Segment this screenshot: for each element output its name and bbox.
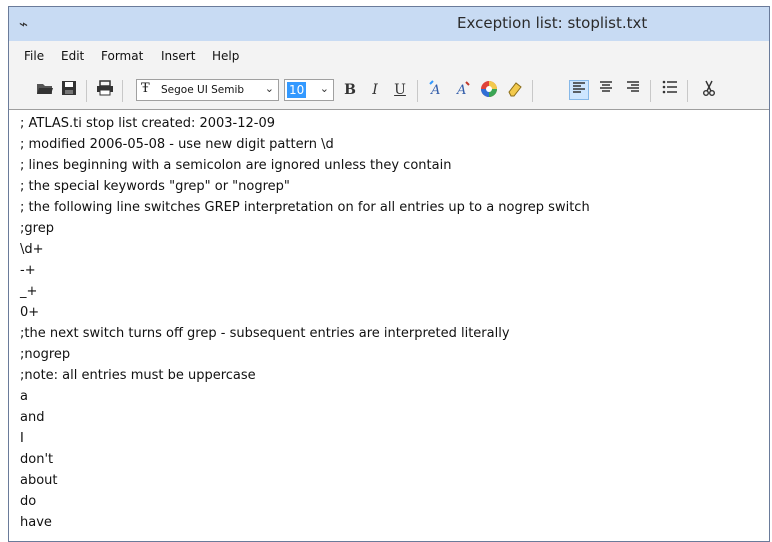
text-line: ; modified 2006-05-08 - use new digit pa…: [20, 137, 334, 152]
toolbar-separator: [532, 80, 533, 102]
cut-icon[interactable]: [699, 80, 719, 100]
toolbar-separator: [650, 80, 651, 102]
text-line: and: [20, 410, 45, 425]
atlas-app-icon: ⌁: [19, 15, 29, 33]
chevron-down-icon: ⌄: [264, 82, 274, 95]
text-color-icon[interactable]: A: [427, 80, 447, 100]
text-line: have: [20, 515, 52, 530]
font-size-select[interactable]: 10 ⌄: [284, 79, 334, 101]
chevron-down-icon: ⌄: [319, 82, 329, 95]
toolbar-separator: [687, 80, 688, 102]
text-line: ; lines beginning with a semicolon are i…: [20, 158, 452, 173]
color-wheel-icon[interactable]: [479, 80, 499, 100]
menu-bar: File Edit Format Insert Help: [9, 41, 769, 71]
italic-button[interactable]: I: [365, 80, 385, 100]
text-line: ;note: all entries must be uppercase: [20, 368, 256, 383]
font-icon: Ŧ: [141, 81, 150, 96]
font-name-value: Segoe UI Semib: [161, 84, 245, 96]
eraser-icon[interactable]: [505, 80, 525, 100]
toolbar-separator: [417, 80, 418, 102]
text-line: ; ATLAS.ti stop list created: 2003-12-09: [20, 116, 276, 131]
text-line: don't: [20, 452, 54, 467]
text-line: \d+: [20, 242, 44, 257]
window-title: Exception list: stoplist.txt: [457, 14, 648, 32]
align-right-icon[interactable]: [623, 80, 643, 100]
text-line: do: [20, 494, 37, 509]
bullet-list-icon[interactable]: [660, 80, 680, 100]
toolbar-separator: [122, 80, 123, 102]
svg-text:A: A: [430, 83, 440, 98]
font-name-select[interactable]: Ŧ Segoe UI Semib ⌄: [136, 79, 279, 101]
title-bar[interactable]: ⌁ Exception list: stoplist.txt: [9, 7, 769, 41]
toolbar-separator: [86, 80, 87, 102]
menu-file[interactable]: File: [24, 49, 44, 63]
open-folder-icon[interactable]: [35, 80, 55, 100]
align-center-icon[interactable]: [596, 80, 616, 100]
bold-button[interactable]: B: [340, 80, 360, 100]
text-line: ;the next switch turns off grep - subseq…: [20, 326, 510, 341]
text-line: _+: [20, 284, 38, 299]
text-line: ;grep: [20, 221, 54, 236]
text-line: I: [20, 431, 24, 446]
menu-help[interactable]: Help: [212, 49, 239, 63]
print-icon[interactable]: [95, 80, 115, 100]
highlight-color-icon[interactable]: A: [453, 80, 473, 100]
underline-button[interactable]: U: [390, 80, 410, 100]
text-line: ; the special keywords "grep" or "nogrep…: [20, 179, 290, 194]
text-line: 0+: [20, 305, 40, 320]
text-line: a: [20, 389, 28, 404]
text-line: -+: [20, 263, 36, 278]
text-line: ; the following line switches GREP inter…: [20, 200, 590, 215]
font-size-value: 10: [287, 82, 307, 98]
svg-text:A: A: [456, 83, 466, 98]
save-icon[interactable]: [59, 80, 79, 100]
text-line: ;nogrep: [20, 347, 71, 362]
text-line: about: [20, 473, 58, 488]
formatting-toolbar: Ŧ Segoe UI Semib ⌄ 10 ⌄ B I U A A: [9, 71, 769, 110]
align-left-icon[interactable]: [569, 80, 589, 100]
menu-insert[interactable]: Insert: [161, 49, 195, 63]
menu-format[interactable]: Format: [101, 49, 143, 63]
menu-edit[interactable]: Edit: [61, 49, 84, 63]
text-editor[interactable]: ; ATLAS.ti stop list created: 2003-12-09…: [9, 110, 769, 541]
exception-list-window: ⌁ Exception list: stoplist.txt File Edit…: [8, 6, 770, 542]
